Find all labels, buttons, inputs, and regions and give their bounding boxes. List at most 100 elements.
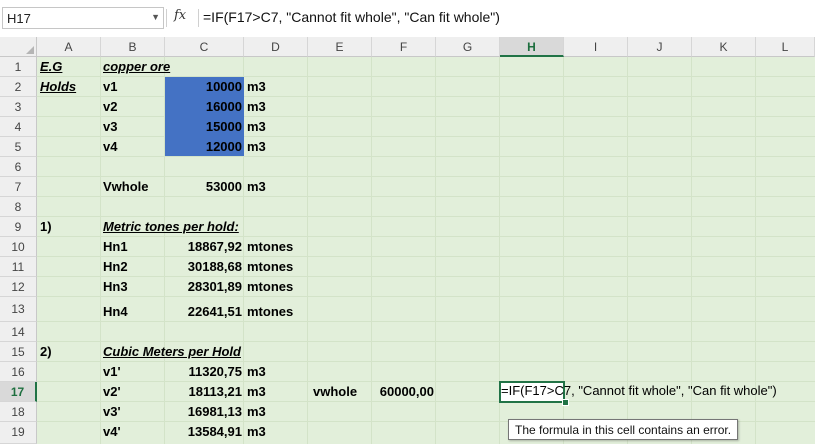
cell-d3[interactable]: m3 (247, 99, 266, 114)
cell-c18[interactable]: 16981,13 (165, 404, 242, 419)
row-header-19[interactable]: 19 (0, 422, 37, 444)
select-all-button[interactable] (0, 37, 37, 57)
column-header-j[interactable]: J (628, 37, 692, 57)
column-header-f[interactable]: F (372, 37, 436, 57)
gridline (37, 116, 815, 117)
row-header-2[interactable]: 2 (0, 77, 37, 97)
row-header-3[interactable]: 3 (0, 97, 37, 117)
gridline (37, 76, 815, 77)
gridline (37, 276, 815, 277)
row-header-11[interactable]: 11 (0, 257, 37, 277)
cell-d18[interactable]: m3 (247, 404, 266, 419)
column-header-e[interactable]: E (308, 37, 372, 57)
cell-b1[interactable]: copper ore (103, 59, 170, 74)
row-header-17[interactable]: 17 (0, 382, 37, 402)
cell-c19[interactable]: 13584,91 (165, 424, 242, 439)
cell-b2[interactable]: v1 (103, 79, 117, 94)
cell-b15[interactable]: Cubic Meters per Hold (103, 344, 241, 359)
cell-d2[interactable]: m3 (247, 79, 266, 94)
column-header-l[interactable]: L (756, 37, 815, 57)
row-header-1[interactable]: 1 (0, 57, 37, 77)
cell-b13[interactable]: Hn4 (103, 304, 128, 319)
row-header-15[interactable]: 15 (0, 342, 37, 362)
cell-a2[interactable]: Holds (40, 79, 76, 94)
cell-d11[interactable]: mtones (247, 259, 293, 274)
cell-a1[interactable]: E.G (40, 59, 62, 74)
row-header-14[interactable]: 14 (0, 322, 37, 342)
cell-d5[interactable]: m3 (247, 139, 266, 154)
cell-c16[interactable]: 11320,75 (165, 364, 242, 379)
row-header-8[interactable]: 8 (0, 197, 37, 217)
cell-d10[interactable]: mtones (247, 239, 293, 254)
cell-b12[interactable]: Hn3 (103, 279, 128, 294)
cell-b19[interactable]: v4' (103, 424, 121, 439)
cell-c5[interactable]: 12000 (165, 139, 242, 154)
cell-a9[interactable]: 1) (40, 219, 52, 234)
row-header-18[interactable]: 18 (0, 402, 37, 422)
row-header-4[interactable]: 4 (0, 117, 37, 137)
cell-c2[interactable]: 10000 (165, 79, 242, 94)
row-header-9[interactable]: 9 (0, 217, 37, 237)
cell-c7[interactable]: 53000 (165, 179, 242, 194)
gridline (37, 401, 815, 402)
cell-c17[interactable]: 18113,21 (165, 384, 242, 399)
gridline (37, 381, 815, 382)
cell-b4[interactable]: v3 (103, 119, 117, 134)
cell-c10[interactable]: 18867,92 (165, 239, 242, 254)
function-icon[interactable]: fx (174, 8, 186, 23)
column-header-h[interactable]: H (500, 37, 564, 57)
cell-c13[interactable]: 22641,51 (165, 304, 242, 319)
cell-b16[interactable]: v1' (103, 364, 121, 379)
gridline (37, 196, 815, 197)
cell-b18[interactable]: v3' (103, 404, 121, 419)
row-header-12[interactable]: 12 (0, 277, 37, 297)
gridline (37, 296, 815, 297)
cell-f17[interactable]: 60000,00 (372, 384, 434, 399)
cell-e17[interactable]: vwhole (313, 384, 357, 399)
column-header-d[interactable]: D (244, 37, 308, 57)
column-header-b[interactable]: B (101, 37, 165, 57)
gridline (37, 236, 815, 237)
row-header-10[interactable]: 10 (0, 237, 37, 257)
cell-b9[interactable]: Metric tones per hold: (103, 219, 239, 234)
cell-a15[interactable]: 2) (40, 344, 52, 359)
cell-b11[interactable]: Hn2 (103, 259, 128, 274)
gridline (37, 96, 815, 97)
column-header-i[interactable]: I (564, 37, 628, 57)
column-header-g[interactable]: G (436, 37, 500, 57)
cell-edit-text-part2: , "Cannot fit whole", "Can fit whole") (571, 383, 777, 398)
row-header-6[interactable]: 6 (0, 157, 37, 177)
cell-c12[interactable]: 28301,89 (165, 279, 242, 294)
cell-d7[interactable]: m3 (247, 179, 266, 194)
column-header-a[interactable]: A (37, 37, 101, 57)
cell-b5[interactable]: v4 (103, 139, 117, 154)
chevron-down-icon[interactable]: ▼ (151, 12, 160, 22)
cell-b3[interactable]: v2 (103, 99, 117, 114)
row-header-5[interactable]: 5 (0, 137, 37, 157)
cell-d16[interactable]: m3 (247, 364, 266, 379)
fill-handle[interactable] (562, 399, 569, 406)
cell-d4[interactable]: m3 (247, 119, 266, 134)
row-header-16[interactable]: 16 (0, 362, 37, 382)
gridline (100, 57, 101, 444)
cell-b17[interactable]: v2' (103, 384, 121, 399)
name-box[interactable]: H17 ▼ (2, 7, 164, 29)
column-header-k[interactable]: K (692, 37, 756, 57)
cell-c4[interactable]: 15000 (165, 119, 242, 134)
row-header-7[interactable]: 7 (0, 177, 37, 197)
cell-d19[interactable]: m3 (247, 424, 266, 439)
row-header-13[interactable]: 13 (0, 297, 37, 322)
cell-c11[interactable]: 30188,68 (165, 259, 242, 274)
cell-d12[interactable]: mtones (247, 279, 293, 294)
cell-edit-text[interactable]: =IF(F17>C7, "Cannot fit whole", "Can fit… (501, 383, 777, 398)
cell-b7[interactable]: Vwhole (103, 179, 149, 194)
formula-input[interactable]: =IF(F17>C7, "Cannot fit whole", "Can fit… (203, 9, 500, 25)
cell-b10[interactable]: Hn1 (103, 239, 128, 254)
cell-d17[interactable]: m3 (247, 384, 266, 399)
column-header-c[interactable]: C (165, 37, 244, 57)
gridline (37, 136, 815, 137)
gridline (37, 256, 815, 257)
gridline (37, 321, 815, 322)
cell-c3[interactable]: 16000 (165, 99, 242, 114)
cell-d13[interactable]: mtones (247, 304, 293, 319)
